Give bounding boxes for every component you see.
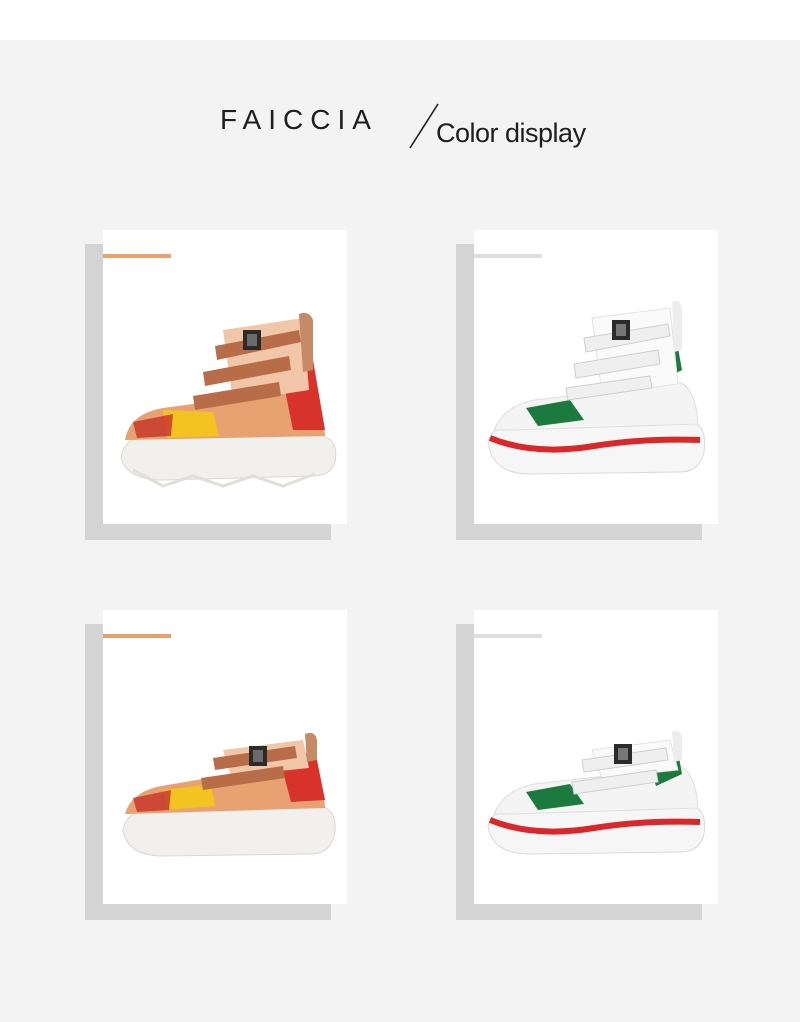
top-band [0, 0, 800, 40]
white-low-top-sneaker-image [487, 730, 706, 855]
card-accent-line [474, 254, 542, 258]
white-high-top-sneaker-image [487, 300, 706, 475]
brand-logo: FAICCIA [220, 104, 378, 135]
product-card[interactable] [456, 230, 718, 540]
orange-low-top-sneaker-image [122, 732, 336, 857]
orange-high-top-sneaker-image [120, 312, 337, 488]
product-card[interactable] [456, 610, 718, 920]
header: FAICCIA Color display [0, 100, 800, 160]
page-subtitle: Color display [436, 118, 586, 148]
card-accent-line [103, 254, 171, 258]
product-card[interactable] [85, 610, 347, 920]
product-card[interactable] [85, 230, 347, 540]
card-accent-line [474, 634, 542, 638]
card-accent-line [103, 634, 171, 638]
